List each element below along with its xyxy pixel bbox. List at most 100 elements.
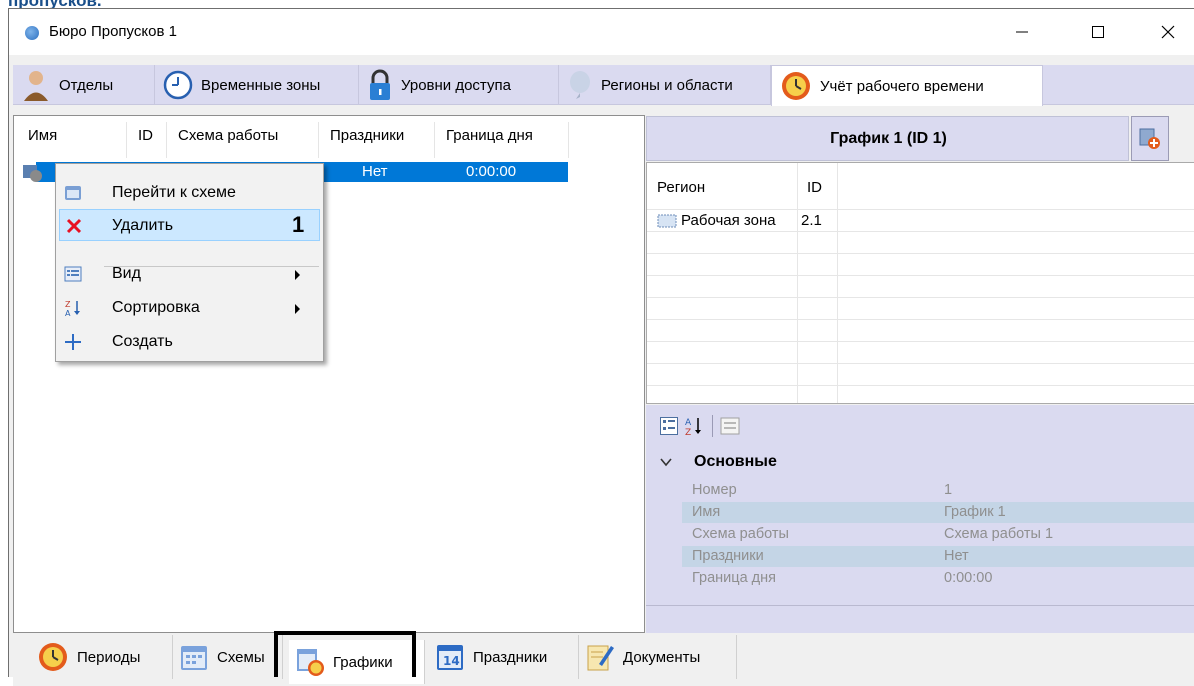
menu-item-label: Вид — [112, 265, 141, 282]
person-icon — [24, 71, 48, 101]
cell-day-boundary: 0:00:00 — [466, 163, 517, 180]
maximize-icon — [1092, 26, 1104, 38]
tab-schemes[interactable]: Схемы — [173, 635, 283, 679]
property-value: Схема работы 1 — [944, 526, 1054, 542]
tab-access-levels[interactable]: Уровни доступа — [359, 65, 559, 105]
column-header-region[interactable]: Регион — [657, 179, 705, 196]
column-header-work-scheme[interactable]: Схема работы — [178, 127, 278, 144]
close-button[interactable] — [1145, 9, 1191, 55]
property-row-holidays[interactable]: Праздники Нет — [682, 546, 1194, 567]
regions-grid[interactable]: Регион ID Рабочая зона 2.1 — [646, 162, 1194, 404]
menu-item-create[interactable]: Создать — [56, 326, 323, 358]
alphabetical-sort-icon[interactable]: A Z — [684, 415, 704, 437]
chevron-down-icon[interactable] — [660, 457, 672, 467]
property-value: 0:00:00 — [944, 570, 993, 586]
tab-label: Отделы — [59, 76, 114, 94]
work-zone-icon — [657, 214, 677, 228]
property-pages-icon[interactable] — [720, 417, 740, 435]
active-tab-highlight-frame — [274, 631, 416, 677]
plus-icon — [65, 334, 81, 350]
tab-time-zones[interactable]: Временные зоны — [155, 65, 359, 105]
cell-id: 2.1 — [801, 212, 822, 229]
column-header-name[interactable]: Имя — [28, 127, 57, 144]
tab-label: Схемы — [217, 648, 265, 666]
column-divider — [568, 122, 569, 158]
property-row-number[interactable]: Номер 1 — [682, 480, 1194, 501]
view-icon — [64, 266, 82, 282]
calendar-14-icon: 14 — [437, 645, 463, 670]
clock-icon — [163, 70, 193, 100]
app-window: Бюро Пропусков 1 Отделы Временные зоны У… — [8, 8, 1194, 686]
property-key: Схема работы — [692, 526, 789, 542]
property-row-day-boundary[interactable]: Граница дня 0:00:00 — [682, 568, 1194, 589]
submenu-arrow-icon — [295, 270, 300, 280]
column-divider — [166, 122, 167, 158]
categorized-view-icon[interactable] — [660, 417, 678, 435]
svg-text:Z: Z — [65, 300, 71, 309]
cell-holidays: Нет — [362, 163, 388, 180]
column-divider — [434, 122, 435, 158]
menu-item-delete[interactable]: Удалить 1 — [59, 209, 320, 241]
column-header-holidays[interactable]: Праздники — [330, 127, 404, 144]
menu-item-label: Перейти к схеме — [112, 184, 236, 201]
tab-label: Праздники — [473, 648, 548, 666]
property-key: Праздники — [692, 548, 764, 564]
column-header-id[interactable]: ID — [138, 127, 153, 144]
property-row-name[interactable]: Имя График 1 — [682, 502, 1194, 523]
balloon-icon — [570, 71, 590, 99]
grid-line — [647, 231, 1194, 232]
property-row-work-scheme[interactable]: Схема работы Схема работы 1 — [682, 524, 1194, 545]
svg-text:A: A — [65, 309, 71, 317]
property-value: Нет — [944, 548, 969, 564]
tab-holidays[interactable]: 14 Праздники — [429, 635, 579, 679]
grid-line — [647, 275, 1194, 276]
sort-az-icon: Z A — [65, 300, 80, 317]
bottom-tab-strip: Периоды Схемы Графики 14 Праздники Докум… — [13, 635, 1194, 686]
column-divider — [126, 122, 127, 158]
tab-regions-areas[interactable]: Регионы и области — [559, 65, 771, 105]
tab-label: Документы — [623, 648, 701, 666]
menu-item-label: Сортировка — [112, 299, 200, 316]
add-region-button[interactable] — [1131, 116, 1169, 161]
property-category-label: Основные — [694, 453, 777, 470]
svg-text:A: A — [685, 418, 692, 428]
tab-label: Временные зоны — [201, 76, 321, 94]
tab-time-tracking[interactable]: Учёт рабочего времени — [771, 65, 1043, 106]
menu-item-label: Удалить — [112, 217, 174, 234]
grid-line — [797, 163, 798, 403]
tab-departments[interactable]: Отделы — [13, 65, 155, 105]
property-grid: Основные Номер 1 Имя График 1 Схема рабо… — [646, 447, 1194, 633]
title-bar: Бюро Пропусков 1 — [9, 9, 1194, 55]
grid-line — [647, 385, 1194, 386]
menu-item-sort[interactable]: Z A Сортировка — [56, 292, 323, 324]
step-number-badge: 1 — [292, 212, 305, 237]
context-menu: Перейти к схеме Удалить 1 Вид Z A Сортир… — [55, 163, 324, 362]
minimize-icon — [1016, 31, 1028, 33]
table-row[interactable]: Рабочая зона 2.1 — [647, 210, 1194, 231]
column-header-id[interactable]: ID — [807, 179, 822, 196]
column-divider — [318, 122, 319, 158]
minimize-button[interactable] — [999, 9, 1045, 55]
time-tracking-icon — [782, 72, 810, 100]
grid-line — [647, 253, 1194, 254]
menu-item-view[interactable]: Вид — [56, 258, 323, 290]
tab-periods[interactable]: Периоды — [31, 635, 173, 679]
maximize-button[interactable] — [1075, 9, 1121, 55]
grid-line — [647, 363, 1194, 364]
toolbar-separator — [712, 415, 713, 437]
column-header-day-boundary[interactable]: Граница дня — [446, 127, 533, 144]
add-region-icon — [1139, 128, 1160, 149]
menu-item-go-to-scheme[interactable]: Перейти к схеме — [56, 177, 323, 209]
property-value: 1 — [944, 482, 953, 498]
calendar-day-number: 14 — [443, 654, 460, 668]
schedule-header: График 1 (ID 1) — [646, 116, 1129, 161]
tab-label: Регионы и области — [601, 76, 733, 94]
app-icon — [25, 26, 39, 40]
top-tab-strip: Отделы Временные зоны Уровни доступа Рег… — [13, 65, 1194, 106]
tab-documents[interactable]: Документы — [579, 635, 737, 679]
grid-line — [647, 341, 1194, 342]
schedule-title: График 1 (ID 1) — [830, 130, 947, 147]
property-key: Имя — [692, 504, 721, 520]
property-key: Граница дня — [692, 570, 776, 586]
window-title: Бюро Пропусков 1 — [49, 23, 177, 40]
